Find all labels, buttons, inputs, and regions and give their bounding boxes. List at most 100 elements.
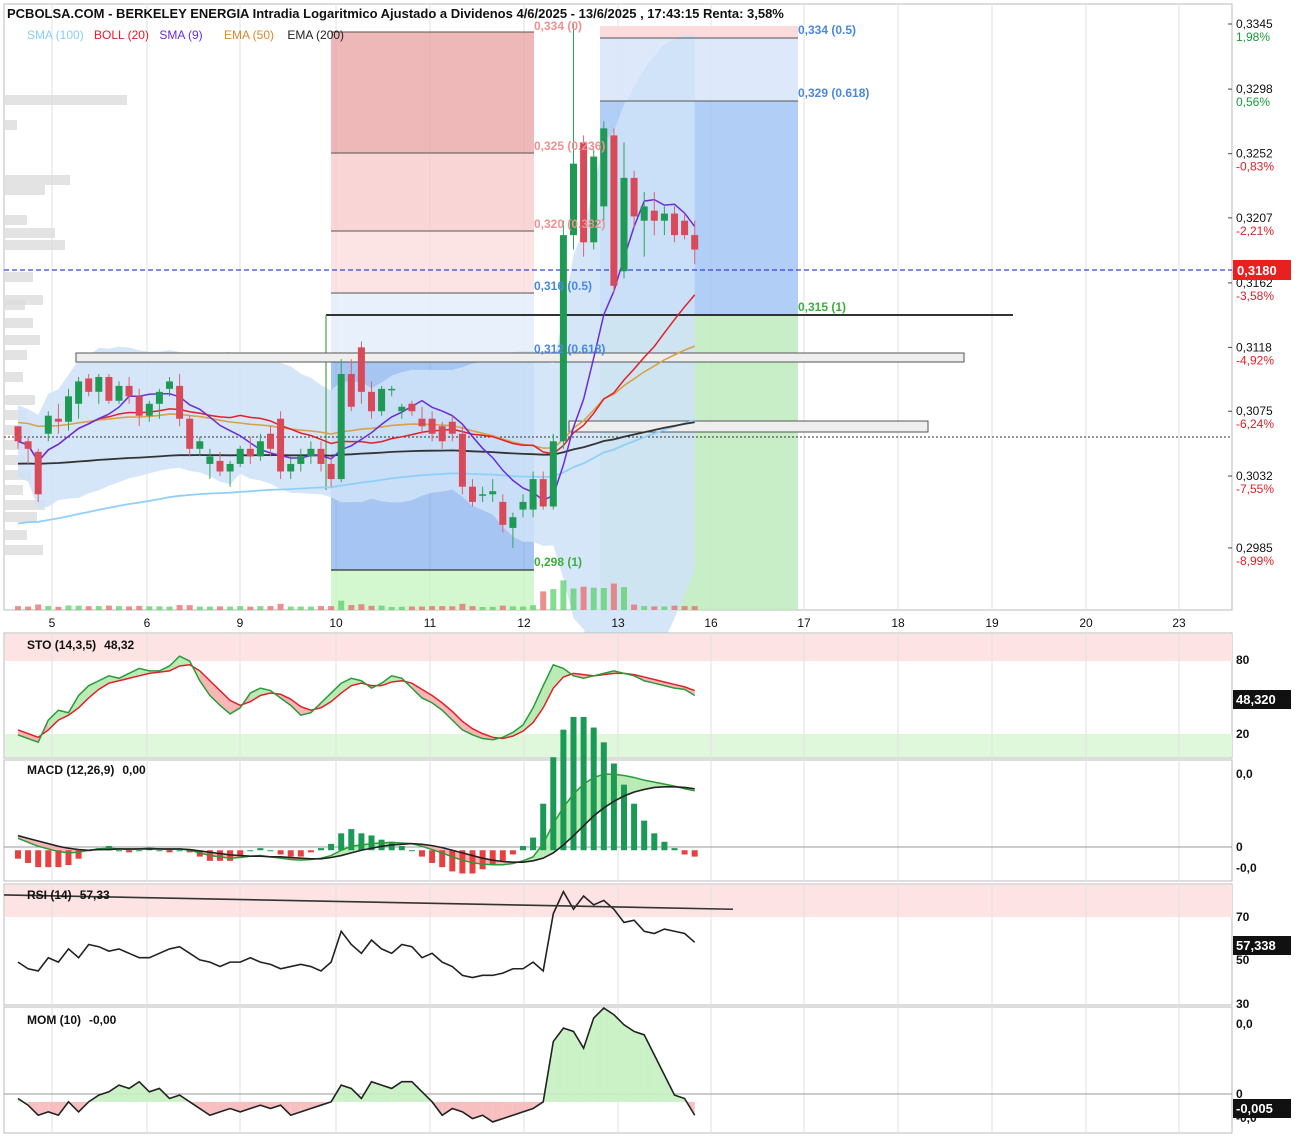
candle-body bbox=[287, 463, 295, 472]
volume-bar bbox=[75, 605, 82, 610]
macd-histogram-bar bbox=[600, 742, 607, 851]
candle-body bbox=[145, 403, 153, 416]
candle-body bbox=[155, 391, 163, 404]
profile-bar bbox=[5, 272, 33, 282]
legend-ema50: EMA (50) bbox=[224, 28, 274, 42]
mom-fill bbox=[634, 1031, 645, 1102]
fib-label: 0,316 (0.5) bbox=[534, 279, 592, 293]
percent-label: -8,99% bbox=[1236, 554, 1274, 568]
candle-body bbox=[418, 418, 426, 427]
rsi-label: RSI (14) 57,33 bbox=[27, 888, 110, 902]
volume-bar bbox=[186, 605, 193, 610]
legend-boll20: BOLL (20) bbox=[94, 28, 149, 42]
volume-bar bbox=[439, 606, 446, 610]
percent-label: -0,83% bbox=[1236, 160, 1274, 174]
mom-fill bbox=[563, 1028, 574, 1102]
sto-panel: STO (14,3,5) 48,32 80 20 48,320 bbox=[3, 632, 1291, 759]
volume-bar bbox=[621, 587, 627, 610]
macd-histogram-bar bbox=[408, 850, 415, 852]
sto-last-value: 48,320 bbox=[1236, 692, 1276, 707]
volume-bar bbox=[176, 605, 183, 610]
candle-body bbox=[539, 479, 547, 507]
percent-label: -7,55% bbox=[1236, 482, 1274, 496]
price-label: 0,3298 bbox=[1236, 82, 1273, 96]
candle-body bbox=[196, 441, 204, 449]
volume-bar bbox=[499, 605, 506, 610]
candle-body bbox=[681, 220, 689, 236]
mom-fill bbox=[593, 1008, 604, 1102]
candle-body bbox=[559, 235, 567, 442]
profile-bar bbox=[5, 175, 70, 185]
price-label: 0,3118 bbox=[1236, 340, 1272, 354]
rsi-level-50: 50 bbox=[1236, 953, 1250, 967]
price-panel: 0,334 (0) 0,325 (0.236) 0,320 (0.382) 0,… bbox=[3, 3, 1291, 674]
macd-histogram-bar bbox=[449, 850, 456, 872]
volume-bar bbox=[217, 606, 223, 610]
macd-histogram-bar bbox=[398, 846, 405, 851]
macd-histogram-bar bbox=[499, 850, 506, 861]
fib-label: 0,312 (0.618) bbox=[534, 342, 605, 356]
candle-body bbox=[448, 421, 456, 434]
candle-body bbox=[135, 396, 143, 416]
candle-body bbox=[620, 177, 628, 272]
volume-bar bbox=[610, 583, 617, 610]
x-tick-label: 19 bbox=[985, 616, 999, 630]
volume-bar bbox=[136, 605, 143, 610]
x-tick-label: 6 bbox=[144, 616, 151, 630]
profile-bar bbox=[5, 215, 27, 225]
candle-body bbox=[368, 391, 375, 412]
macd-name: MACD (12,26,9) bbox=[27, 763, 114, 777]
volume-bar bbox=[641, 606, 648, 610]
rsi-value: 57,33 bbox=[80, 888, 110, 902]
macd-histogram-bar bbox=[297, 850, 304, 857]
mom-panel: MOM (10)-0,00 0,0 0 -0,0 -0,005 bbox=[3, 1006, 1291, 1134]
candle-body bbox=[297, 456, 305, 464]
macd-histogram-bar bbox=[641, 820, 648, 851]
volume-bar bbox=[651, 606, 658, 610]
volume-bar bbox=[15, 606, 21, 610]
candle-body bbox=[529, 479, 537, 510]
volume-bar bbox=[247, 606, 254, 610]
fib-label: 0,334 (0.5) bbox=[798, 23, 856, 37]
candle-body bbox=[357, 347, 365, 392]
volume-bar bbox=[95, 606, 102, 610]
percent-label: 1,98% bbox=[1236, 30, 1270, 44]
profile-bar bbox=[5, 512, 37, 522]
volume-bar bbox=[227, 606, 234, 610]
macd-histogram-bar bbox=[35, 850, 42, 868]
macd-histogram-bar bbox=[217, 850, 223, 861]
mom-axis-zero: 0 bbox=[1236, 1087, 1243, 1101]
volume-bar bbox=[580, 586, 587, 610]
profile-bar bbox=[5, 95, 127, 105]
volume-bar bbox=[126, 606, 133, 610]
volume-bar bbox=[368, 605, 375, 610]
candle-body bbox=[327, 463, 335, 480]
price-label: 0,2985 bbox=[1236, 541, 1273, 555]
resistance-box bbox=[75, 352, 965, 363]
candle-body bbox=[176, 385, 184, 419]
macd-label: MACD (12,26,9) 0,00 bbox=[27, 763, 146, 777]
candle-body bbox=[246, 448, 254, 457]
last-price-value: 0,3180 bbox=[1237, 263, 1277, 278]
candle-body bbox=[236, 448, 244, 464]
candle-body bbox=[85, 378, 93, 392]
volume-bar bbox=[509, 606, 516, 610]
x-tick-label: 11 bbox=[424, 616, 437, 630]
volume-bar bbox=[388, 607, 395, 610]
candle-body bbox=[469, 486, 476, 502]
mom-label: MOM (10) -0,00 bbox=[27, 1013, 117, 1027]
macd-histogram-bar bbox=[287, 850, 294, 857]
candle-body bbox=[610, 135, 618, 286]
macd-histogram-bar bbox=[55, 850, 62, 868]
candle-body bbox=[317, 448, 325, 464]
volume-bar bbox=[237, 606, 244, 610]
volume-bar bbox=[408, 606, 415, 610]
candle-body bbox=[24, 441, 32, 449]
volume-bar bbox=[479, 607, 486, 610]
macd-histogram-bar bbox=[570, 716, 577, 851]
x-tick-label: 13 bbox=[611, 616, 625, 630]
macd-histogram-bar bbox=[277, 850, 284, 855]
macd-histogram-bar bbox=[307, 850, 314, 853]
candle-body bbox=[337, 373, 345, 480]
volume-bar bbox=[560, 580, 567, 610]
